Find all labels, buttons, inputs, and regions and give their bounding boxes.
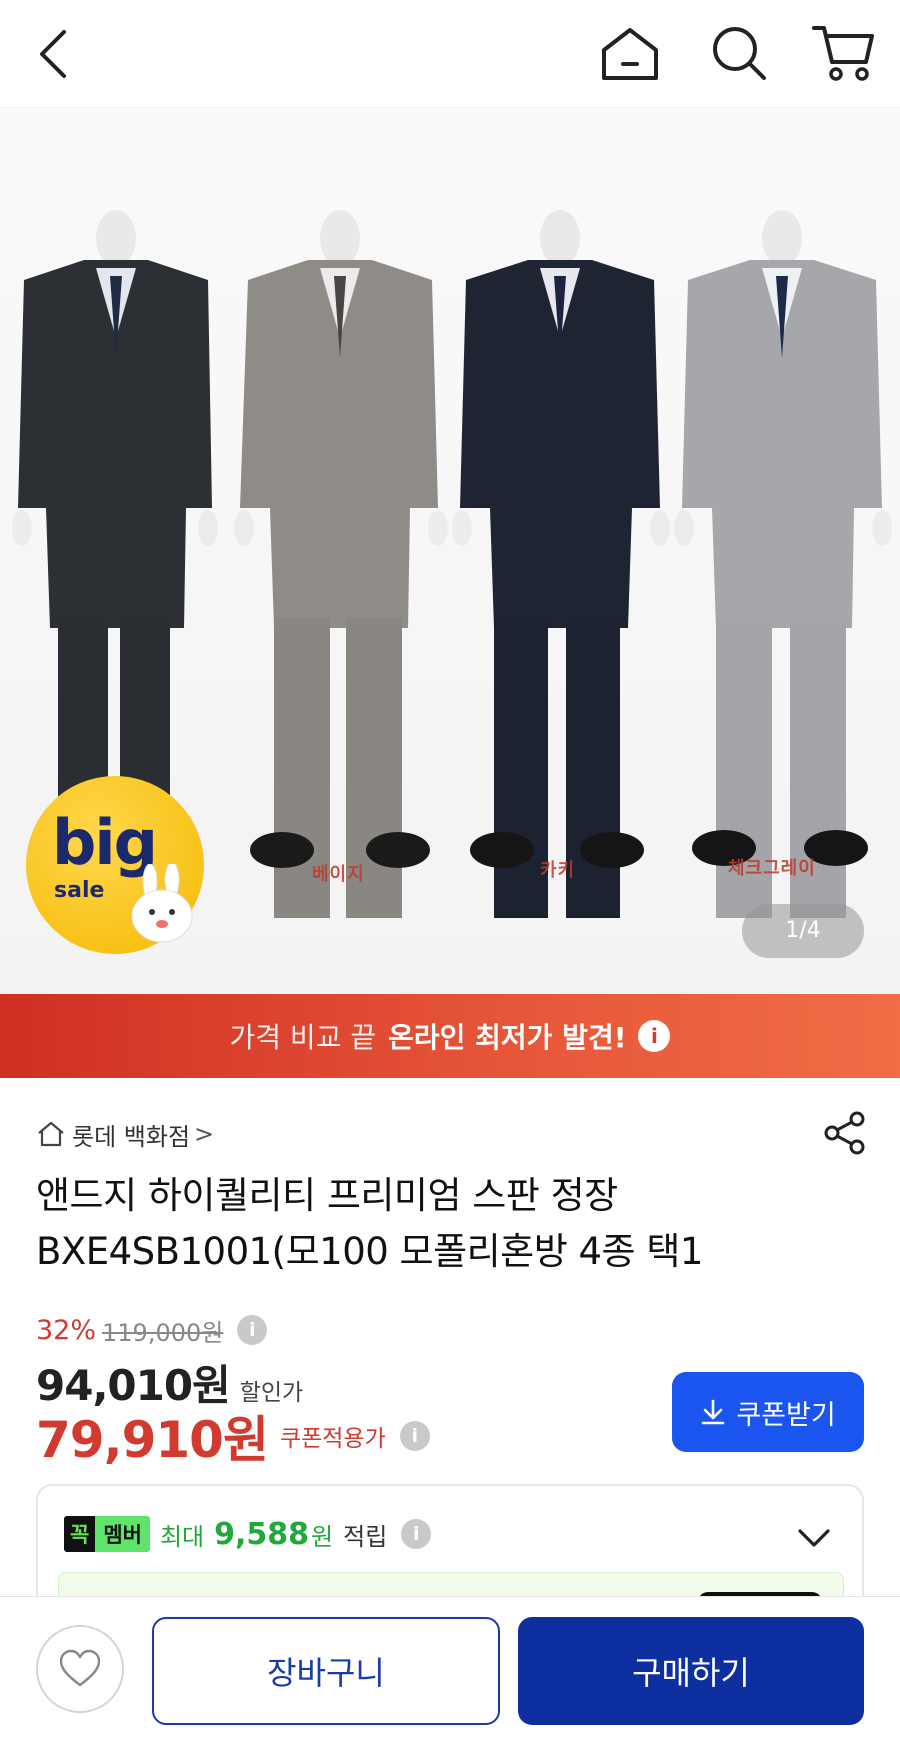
big-sale-badge: big sale — [26, 776, 204, 954]
member-badge: 멤버 — [95, 1516, 150, 1552]
info-icon[interactable]: i — [399, 1421, 430, 1451]
suit-check-gray — [674, 210, 892, 918]
discount-percent: 32% — [36, 1314, 97, 1346]
top-nav — [0, 0, 900, 108]
info-icon[interactable]: i — [401, 1519, 432, 1549]
home-small-icon — [38, 1121, 64, 1147]
coupon-price: 79,910원 — [36, 1411, 269, 1469]
share-icon[interactable] — [822, 1110, 868, 1156]
info-icon[interactable]: i — [237, 1315, 268, 1345]
info-icon[interactable]: i — [638, 1020, 671, 1052]
suit-navy — [452, 210, 670, 918]
add-to-cart-button[interactable]: 장바구니 — [152, 1617, 500, 1725]
member-earn-label: 적립 — [343, 1522, 388, 1551]
kkok-badge: 꼭 — [64, 1516, 96, 1552]
color-label-check-gray: 체크그레이 — [728, 858, 816, 879]
product-title-line2: BXE4SB1001(모100 모폴리혼방 4종 택1 — [36, 1230, 703, 1273]
color-label-khaki: 카키 — [540, 860, 576, 881]
discount-row: 32% 119,000원 i — [36, 1310, 268, 1350]
cart-icon[interactable] — [810, 22, 876, 84]
banner-strong-text: 온라인 최저가 발견! — [388, 1021, 627, 1054]
bunny-icon — [131, 864, 193, 943]
wishlist-button[interactable] — [36, 1625, 124, 1713]
coupon-price-label: 쿠폰적용가 — [279, 1426, 386, 1452]
search-icon[interactable] — [708, 22, 770, 84]
badge-sale-text: sale — [54, 878, 105, 903]
store-name: 롯데 백화점 — [72, 1122, 191, 1151]
banner-normal-text: 가격 비교 끝 — [229, 1021, 377, 1054]
member-row: 꼭 멤버 최대 9,588 원 적립 i — [64, 1516, 432, 1552]
suit-beige — [234, 210, 448, 918]
member-max-label: 최대 — [159, 1522, 205, 1551]
home-icon[interactable] — [598, 24, 662, 84]
product-title-line1: 앤드지 하이퀄리티 프리미엄 스판 정장 — [36, 1174, 618, 1217]
back-icon[interactable] — [30, 26, 80, 82]
get-coupon-label: 쿠폰받기 — [736, 1399, 836, 1431]
download-icon — [702, 1399, 725, 1425]
member-won: 원 — [311, 1522, 334, 1551]
product-title: 앤드지 하이퀄리티 프리미엄 스판 정장 BXE4SB1001(모100 모폴리… — [36, 1168, 866, 1280]
lowest-price-banner[interactable]: 가격 비교 끝 온라인 최저가 발견! i — [0, 994, 900, 1078]
coupon-price-row: 79,910원 쿠폰적용가 i — [36, 1400, 430, 1472]
bottom-action-bar: 장바구니 구매하기 — [0, 1596, 900, 1741]
store-link[interactable]: 롯데 백화점 > — [36, 1114, 214, 1154]
product-image-carousel[interactable]: 베이지 카키 체크그레이 big sale 1/4 — [0, 108, 900, 994]
color-label-beige: 베이지 — [312, 864, 365, 885]
buy-now-button[interactable]: 구매하기 — [518, 1617, 864, 1725]
get-coupon-button[interactable]: 쿠폰받기 — [672, 1372, 864, 1452]
original-price: 119,000원 — [102, 1318, 224, 1347]
heart-icon — [59, 1649, 101, 1687]
chevron-down-icon[interactable] — [796, 1526, 832, 1550]
member-amount: 9,588 — [214, 1516, 310, 1552]
chevron-right-icon: > — [194, 1120, 215, 1148]
image-pager: 1/4 — [742, 904, 864, 958]
